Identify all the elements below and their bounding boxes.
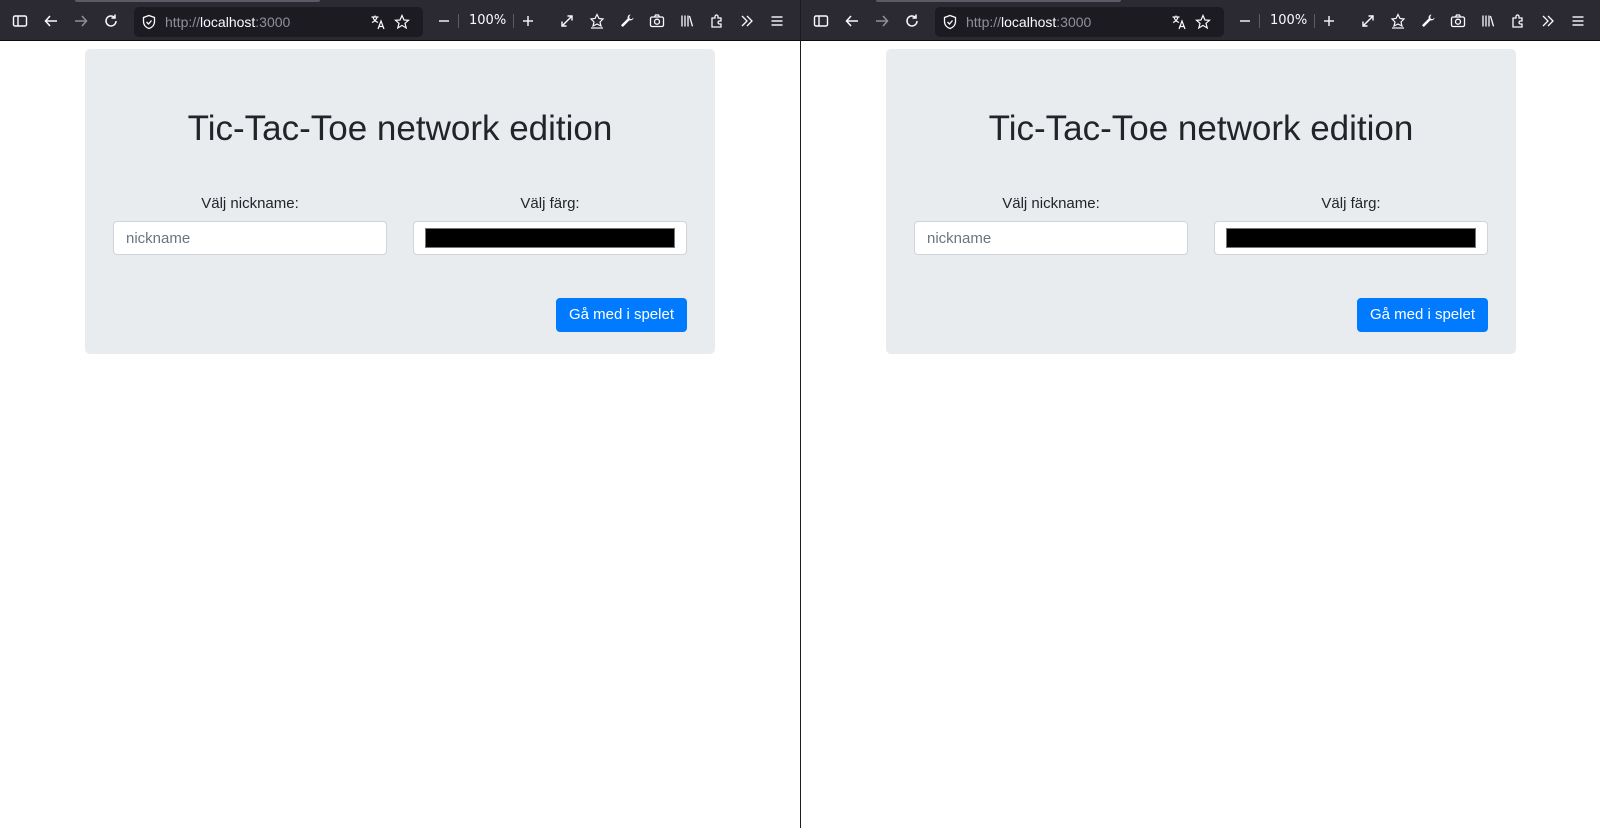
library-icon[interactable] [1476,9,1500,33]
sidebar-toggle-icon[interactable] [8,9,32,33]
hamburger-menu-icon[interactable] [1566,9,1590,33]
join-game-panel: Tic-Tac-Toe network edition Välj nicknam… [886,49,1516,354]
zoom-out-icon[interactable] [432,9,456,33]
translate-icon[interactable] [369,13,387,31]
back-arrow-icon[interactable] [39,9,63,33]
join-game-button[interactable]: Gå med i spelet [555,298,687,332]
forward-arrow-icon[interactable] [69,9,93,33]
zoom-separator [1259,14,1260,28]
url-text[interactable]: http://localhost:3000 [966,14,1091,30]
fullscreen-icon[interactable] [1356,9,1380,33]
active-tab-indicator [75,0,320,2]
color-label: Välj färg: [1321,195,1381,212]
wrench-icon[interactable] [615,9,639,33]
zoom-separator [513,14,514,28]
zoom-in-icon[interactable] [516,9,540,33]
browser-window-left: http://localhost:3000 100% Tic-Tac-Toe n… [0,0,800,828]
reload-icon[interactable] [99,9,123,33]
page-title: Tic-Tac-Toe network edition [187,109,613,148]
color-label: Välj färg: [520,195,580,212]
bookmark-star-icon[interactable] [1194,13,1212,31]
url-host: localhost [200,14,256,30]
url-bar[interactable]: http://localhost:3000 [134,7,423,37]
browser-toolbar: http://localhost:3000 100% [801,0,1600,41]
url-protocol: http:// [165,14,201,30]
color-swatch [425,228,675,248]
url-text[interactable]: http://localhost:3000 [165,14,290,30]
screenshot-camera-icon[interactable] [1446,9,1470,33]
tracking-shield-icon[interactable] [141,14,157,30]
fullscreen-icon[interactable] [555,9,579,33]
bookmarks-star-icon[interactable] [585,9,609,33]
join-game-button[interactable]: Gå med i spelet [1356,298,1488,332]
browser-toolbar: http://localhost:3000 100% [0,0,800,41]
url-protocol: http:// [966,14,1002,30]
tracking-shield-icon[interactable] [942,14,958,30]
color-picker[interactable] [1214,221,1488,255]
extensions-puzzle-icon[interactable] [705,9,729,33]
zoom-out-icon[interactable] [1233,9,1257,33]
back-arrow-icon[interactable] [840,9,864,33]
nickname-label: Välj nickname: [201,195,299,212]
reload-icon[interactable] [900,9,924,33]
zoom-separator [1314,14,1315,28]
nickname-input[interactable] [113,221,387,255]
translate-icon[interactable] [1170,13,1188,31]
nickname-input[interactable] [914,221,1188,255]
browser-window-right: http://localhost:3000 100% Tic-Tac-Toe n… [801,0,1600,828]
color-picker[interactable] [413,221,687,255]
hamburger-menu-icon[interactable] [765,9,789,33]
zoom-separator [458,14,459,28]
bookmarks-star-icon[interactable] [1386,9,1410,33]
forward-arrow-icon[interactable] [870,9,894,33]
active-tab-indicator [876,0,1121,2]
sidebar-toggle-icon[interactable] [809,9,833,33]
url-port: :3000 [255,14,291,30]
join-game-panel: Tic-Tac-Toe network edition Välj nicknam… [85,49,715,354]
wrench-icon[interactable] [1416,9,1440,33]
url-bar[interactable]: http://localhost:3000 [935,7,1224,37]
url-port: :3000 [1056,14,1092,30]
color-swatch [1226,228,1476,248]
nickname-label: Välj nickname: [1002,195,1100,212]
overflow-chevrons-icon[interactable] [1536,9,1560,33]
page-title: Tic-Tac-Toe network edition [988,109,1414,148]
extensions-puzzle-icon[interactable] [1506,9,1530,33]
zoom-level[interactable]: 100% [469,13,506,28]
library-icon[interactable] [675,9,699,33]
zoom-in-icon[interactable] [1317,9,1341,33]
overflow-chevrons-icon[interactable] [735,9,759,33]
url-host: localhost [1001,14,1057,30]
screenshot-camera-icon[interactable] [645,9,669,33]
bookmark-star-icon[interactable] [393,13,411,31]
zoom-level[interactable]: 100% [1270,13,1307,28]
